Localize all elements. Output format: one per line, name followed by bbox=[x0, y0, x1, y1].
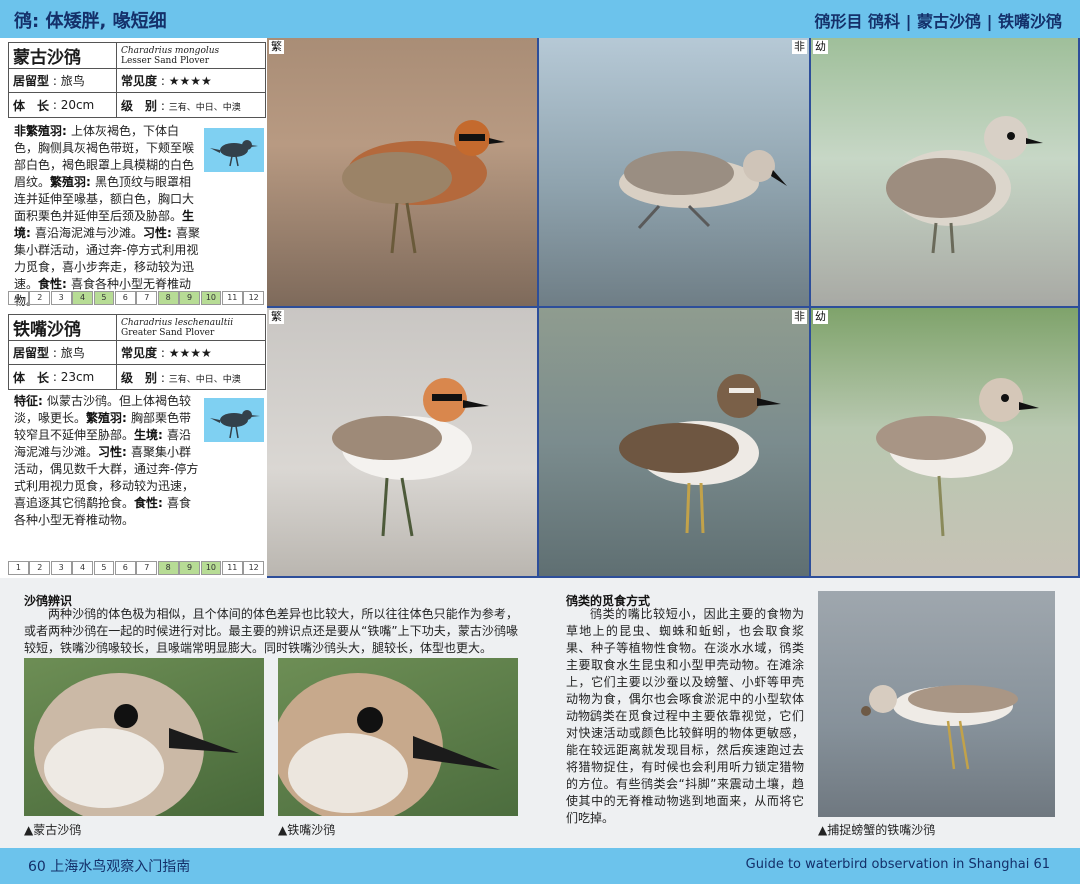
description-label: 特征: bbox=[14, 394, 47, 408]
month-strip-2: 1 2 3 4 5 6 7 8 9 10 11 12 bbox=[8, 561, 265, 575]
page-header: 鸻: 体矮胖, 喙短细 鸻形目 鸻科 | 蒙古沙鸻 | 铁嘴沙鸻 bbox=[0, 0, 1080, 38]
photo-leschenaultii-nonbreeding: 非 bbox=[539, 308, 811, 578]
nonbreeding-tag: 非 bbox=[792, 310, 807, 324]
section-title: 鸻: 体矮胖, 喙短细 bbox=[14, 11, 167, 32]
month-cell: 1 bbox=[8, 291, 29, 305]
length-value: 20cm bbox=[60, 98, 95, 112]
level-value: 三有、中日、中澳 bbox=[168, 374, 241, 385]
month-cell: 4 bbox=[72, 291, 93, 305]
month-cell: 9 bbox=[179, 561, 200, 575]
month-cell: 10 bbox=[200, 291, 222, 305]
frequency-label: 常见度 bbox=[121, 74, 158, 88]
breeding-tag: 繁 bbox=[269, 40, 284, 54]
frequency-label: 常见度 bbox=[121, 346, 158, 360]
residency-value: 旅鸟 bbox=[60, 346, 85, 360]
description-label: 食性: bbox=[38, 277, 71, 291]
description-text: 喜沿海泥滩与沙滩。 bbox=[34, 226, 143, 240]
month-cell: 9 bbox=[179, 291, 200, 305]
description-label: 食性: bbox=[134, 496, 167, 510]
frequency-stars: ★★★★ bbox=[168, 346, 212, 360]
foraging-paragraph-2: 鸻类在觅食过程中主要依靠视觉，它们对快速活动或颜色比较鲜明的物体更敏感，能在较远… bbox=[566, 709, 804, 825]
species-description-2: 特征: 似蒙古沙鸻。但上体褐色较淡，喙更长。繁殖羽: 胸部栗色带较窄且不延伸至胁… bbox=[14, 393, 200, 529]
month-cell: 12 bbox=[243, 561, 265, 575]
description-label: 生境: bbox=[134, 428, 167, 442]
photo-mongolus-breeding: 繁 bbox=[267, 38, 539, 308]
month-cell: 4 bbox=[72, 561, 93, 575]
photo-leschenaultii-juvenile: 幼 bbox=[811, 308, 1080, 578]
description-label: 繁殖羽: bbox=[86, 411, 131, 425]
footer-right-page: Guide to waterbird observation in Shangh… bbox=[745, 857, 1050, 872]
photo-plover-catching-crab bbox=[818, 591, 1055, 817]
breeding-tag: 繁 bbox=[269, 310, 284, 324]
level-label: 级 别 bbox=[121, 98, 158, 113]
juvenile-tag: 幼 bbox=[813, 310, 828, 324]
residency-value: 旅鸟 bbox=[60, 74, 85, 88]
length-label: 体 长 bbox=[13, 370, 50, 385]
description-label: 繁殖羽: bbox=[50, 175, 95, 189]
photo-mongolus-nonbreeding: 非 bbox=[539, 38, 811, 308]
photo-mongolus-juvenile: 幼 bbox=[811, 38, 1080, 308]
month-cell: 11 bbox=[221, 561, 243, 575]
description-label: 习性: bbox=[143, 226, 176, 240]
month-cell: 7 bbox=[136, 291, 158, 305]
species-name: 蒙古沙鸻 bbox=[9, 43, 117, 68]
description-label: 非繁殖羽: bbox=[14, 124, 71, 138]
month-cell: 6 bbox=[114, 291, 136, 305]
month-cell: 6 bbox=[114, 561, 136, 575]
species-name: 铁嘴沙鸻 bbox=[9, 315, 117, 340]
month-cell: 11 bbox=[221, 291, 243, 305]
month-cell: 2 bbox=[29, 561, 51, 575]
plover-silhouette-icon bbox=[204, 128, 264, 172]
residency-label: 居留型 bbox=[13, 346, 50, 360]
residency-label: 居留型 bbox=[13, 74, 50, 88]
length-value: 23cm bbox=[60, 370, 95, 384]
length-label: 体 长 bbox=[13, 98, 50, 113]
footer-left-page: 60 上海水鸟观察入门指南 bbox=[28, 859, 191, 875]
month-cell: 12 bbox=[243, 291, 265, 305]
caption-mongolus: ▲蒙古沙鸻 bbox=[24, 823, 82, 837]
caption-leschenaultii: ▲铁嘴沙鸻 bbox=[278, 823, 336, 837]
page-footer: 60 上海水鸟观察入门指南 Guide to waterbird observa… bbox=[0, 848, 1080, 884]
taxonomy-breadcrumb: 鸻形目 鸻科 | 蒙古沙鸻 | 铁嘴沙鸻 bbox=[814, 12, 1062, 31]
english-name: Lesser Sand Plover bbox=[121, 55, 210, 66]
species-description-1: 非繁殖羽: 上体灰褐色，下体白色，胸侧具灰褐色带斑，下颊至喉部白色，褐色眼罩上具… bbox=[14, 123, 200, 310]
species-card-1: 蒙古沙鸻 Charadrius mongolus Lesser Sand Plov… bbox=[8, 42, 266, 118]
month-cell: 3 bbox=[50, 291, 72, 305]
caption-catching-crab: ▲捕捉螃蟹的铁嘴沙鸻 bbox=[818, 823, 936, 837]
photo-leschenaultii-head bbox=[278, 658, 518, 816]
species-card-2: 铁嘴沙鸻 Charadrius leschenaultii Greater San… bbox=[8, 314, 266, 390]
level-value: 三有、中日、中澳 bbox=[168, 102, 241, 113]
photo-mongolus-head bbox=[24, 658, 264, 816]
photo-leschenaultii-breeding: 繁 bbox=[267, 308, 539, 578]
month-cell: 8 bbox=[157, 561, 179, 575]
latin-name: Charadrius mongolus bbox=[121, 45, 220, 56]
english-name: Greater Sand Plover bbox=[121, 327, 215, 338]
plover-silhouette-icon bbox=[204, 398, 264, 442]
level-label: 级 别 bbox=[121, 370, 158, 385]
month-cell: 1 bbox=[8, 561, 29, 575]
month-cell: 2 bbox=[29, 291, 51, 305]
description-label: 习性: bbox=[98, 445, 131, 459]
month-cell: 10 bbox=[200, 561, 222, 575]
latin-name: Charadrius leschenaultii bbox=[121, 317, 234, 328]
month-cell: 8 bbox=[157, 291, 179, 305]
month-cell: 5 bbox=[93, 561, 115, 575]
month-cell: 3 bbox=[50, 561, 72, 575]
identify-paragraph: 两种沙鸻的体色极为相似，且个体间的体色差异也比较大，所以往往体色只能作为参考，或… bbox=[24, 607, 518, 655]
nonbreeding-tag: 非 bbox=[792, 40, 807, 54]
month-strip-1: 1 2 3 4 5 6 7 8 9 10 11 12 bbox=[8, 291, 265, 305]
month-cell: 5 bbox=[93, 291, 115, 305]
frequency-stars: ★★★★ bbox=[168, 74, 212, 88]
month-cell: 7 bbox=[136, 561, 158, 575]
juvenile-tag: 幼 bbox=[813, 40, 828, 54]
